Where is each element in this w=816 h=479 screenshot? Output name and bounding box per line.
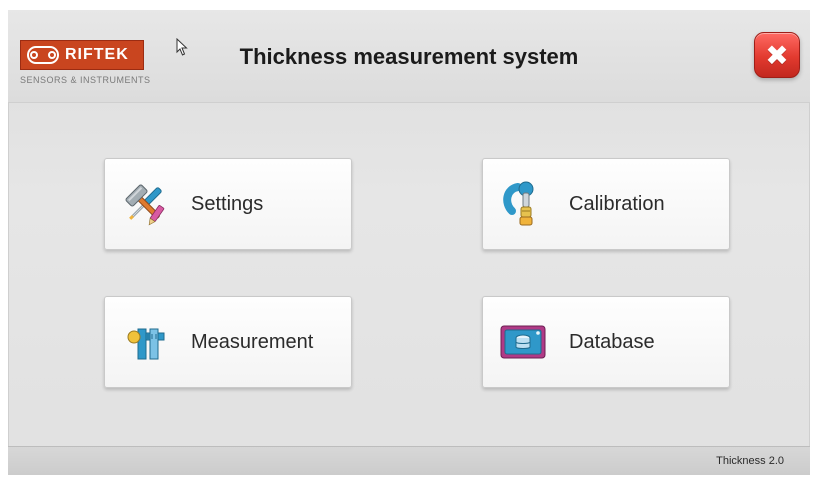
close-icon: ✖	[765, 38, 789, 72]
app-version: Thickness 2.0	[716, 455, 784, 467]
calibration-label: Calibration	[569, 192, 665, 215]
close-button[interactable]: ✖	[754, 32, 800, 78]
tablet-database-icon	[495, 314, 551, 370]
database-button[interactable]: Database	[482, 296, 730, 388]
app-window: RIFTEK SENSORS & INSTRUMENTS Thickness m…	[8, 10, 810, 475]
tools-icon	[117, 176, 173, 232]
micrometer-icon	[495, 176, 551, 232]
page-title: Thickness measurement system	[239, 44, 579, 69]
database-label: Database	[569, 330, 655, 353]
calibration-button[interactable]: Calibration	[482, 158, 730, 250]
measurement-label: Measurement	[191, 330, 314, 353]
app-header: RIFTEK SENSORS & INSTRUMENTS Thickness m…	[8, 10, 810, 103]
settings-label: Settings	[191, 192, 264, 215]
logo-tagline: SENSORS & INSTRUMENTS	[20, 75, 151, 85]
settings-button[interactable]: Settings	[104, 158, 352, 250]
measurement-button[interactable]: Measurement	[104, 296, 352, 388]
status-bar: Thickness 2.0	[8, 446, 810, 475]
caliper-icon	[117, 314, 173, 370]
